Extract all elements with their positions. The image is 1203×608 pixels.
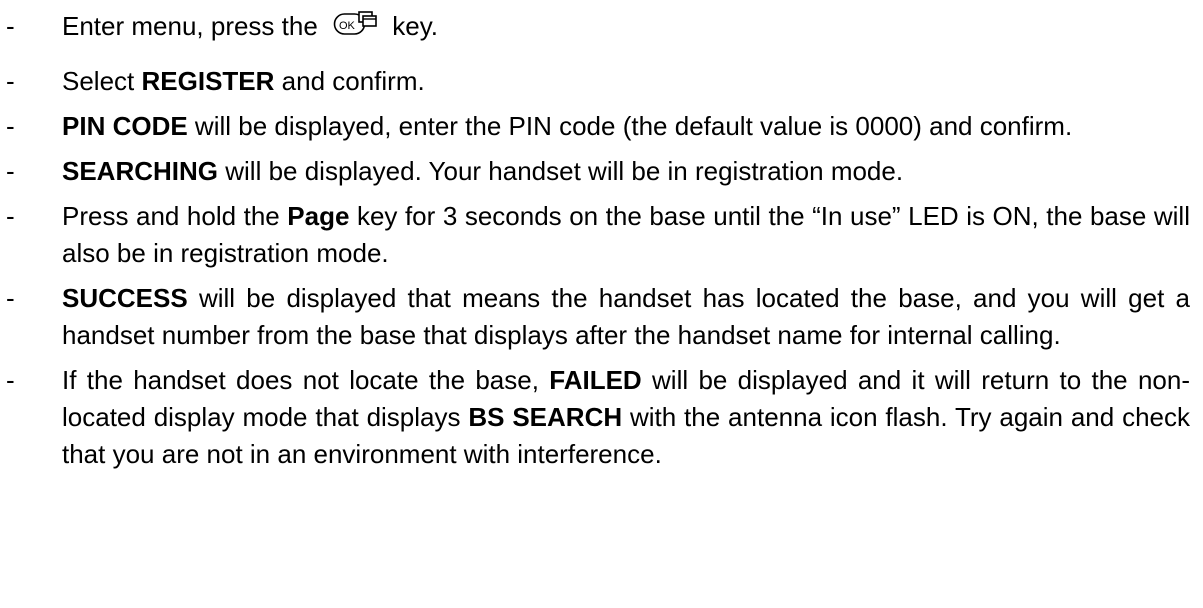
item-text: will be displayed that means the handset… [62,283,1190,350]
list-item: - If the handset does not locate the bas… [0,362,1190,473]
list-item: - SEARCHING will be displayed. Your hand… [0,153,1190,190]
display-text-success: SUCCESS [62,283,188,313]
list-item: - PIN CODE will be displayed, enter the … [0,108,1190,145]
list-bullet: - [6,201,15,231]
list-item: - SUCCESS will be displayed that means t… [0,280,1190,354]
item-text: Select [62,66,142,96]
list-bullet: - [6,156,15,186]
item-text: will be displayed, enter the PIN code (t… [187,111,1073,141]
display-text-searching: SEARCHING [62,156,219,186]
list-item: - Select REGISTER and confirm. [0,63,1190,100]
display-text-pin-code: PIN CODE [62,111,188,141]
item-text: Press and hold the [62,201,288,231]
ok-menu-key-icon: OK [333,10,379,40]
menu-option-register: REGISTER [141,66,275,96]
item-text: and confirm. [274,66,425,96]
list-bullet: - [6,365,15,395]
list-item: - Enter menu, press the OK key. [0,8,1190,45]
list-bullet: - [6,66,15,96]
list-bullet: - [6,283,15,313]
item-text: key. [385,11,439,41]
list-bullet: - [6,11,15,41]
display-text-bs-search: BS SEARCH [468,402,623,432]
item-text: Enter menu, press the [62,11,326,41]
display-text-failed: FAILED [549,365,642,395]
item-text: will be displayed. Your handset will be … [218,156,904,186]
item-text: If the handset does not locate the base, [62,365,550,395]
ok-key-label: OK [339,20,356,32]
list-bullet: - [6,111,15,141]
key-name-page: Page [287,201,350,231]
list-item: - Press and hold the Page key for 3 seco… [0,198,1190,272]
instruction-list: - Enter menu, press the OK key. - Select… [0,0,1203,608]
